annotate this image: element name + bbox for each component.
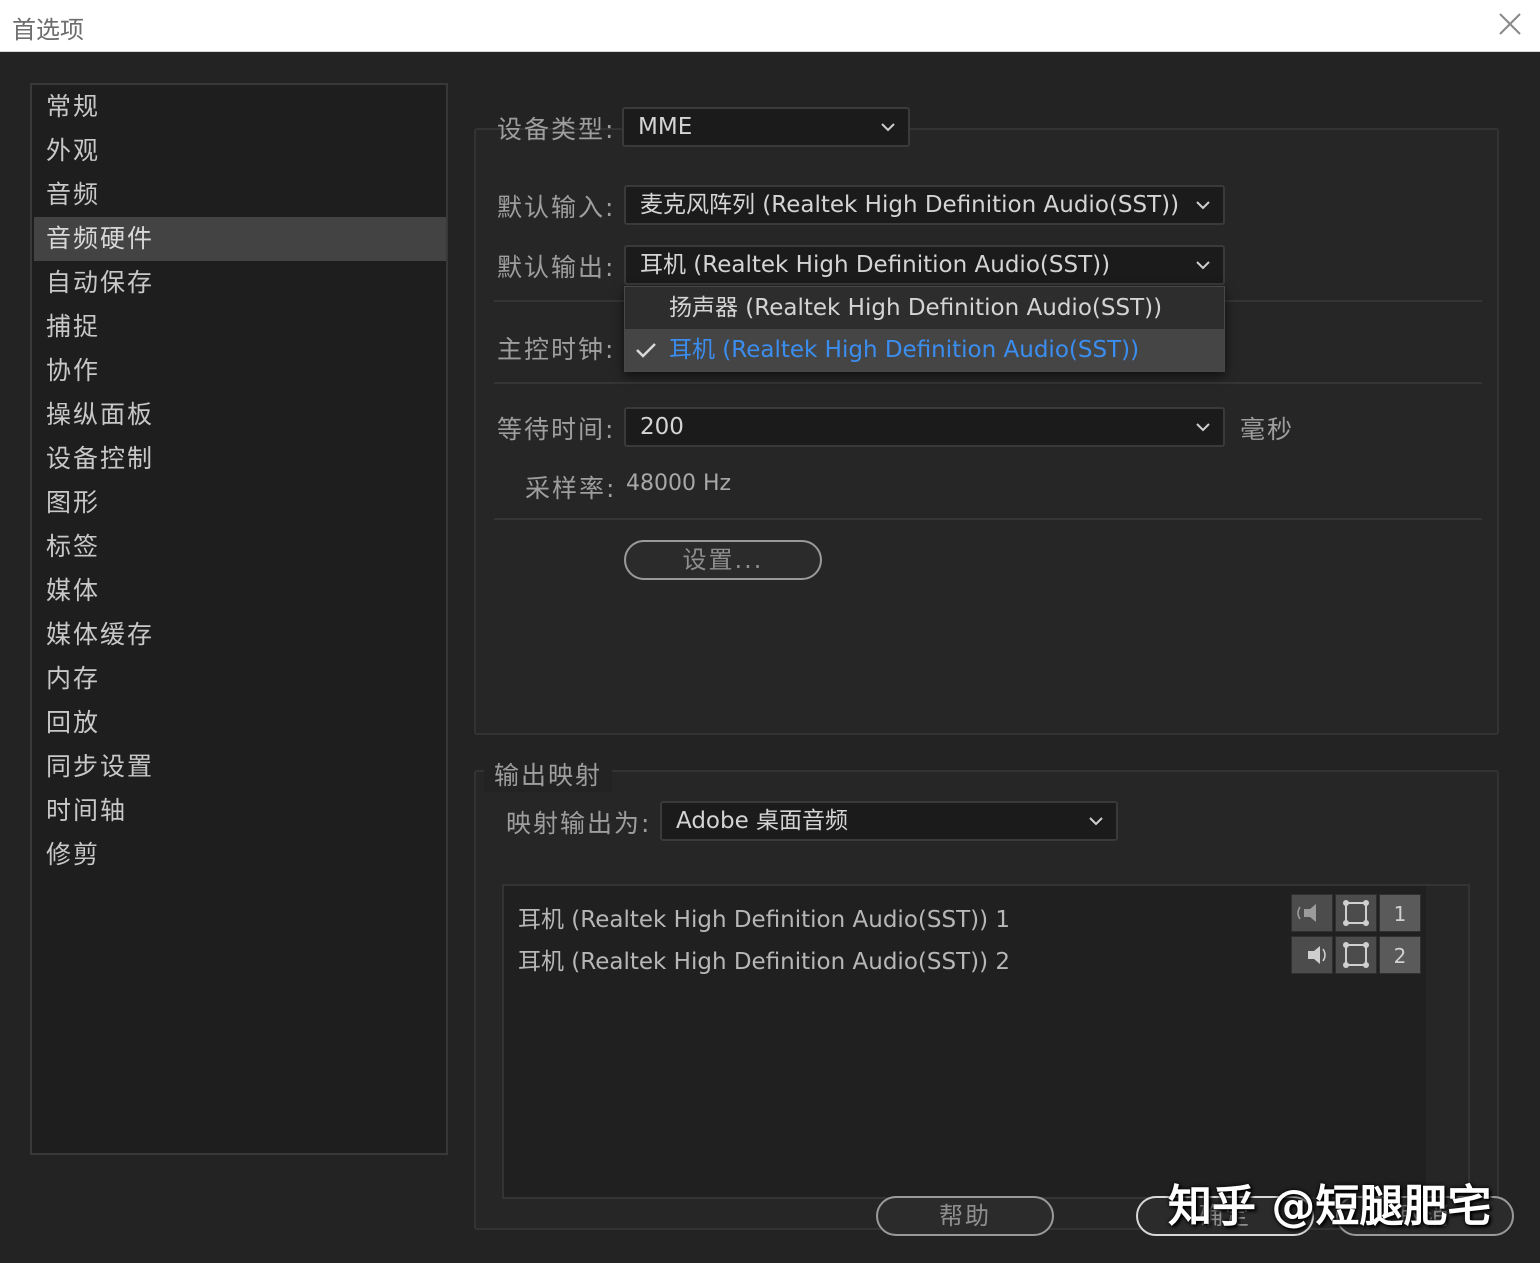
settings-button[interactable]: 设置... xyxy=(624,540,822,580)
sidebar-item-auto-save[interactable]: 自动保存 xyxy=(34,261,446,305)
speaker-left-icon xyxy=(1297,904,1316,922)
sample-rate-label: 采样率: xyxy=(525,474,617,503)
sidebar-item-playback[interactable]: 回放 xyxy=(34,701,446,745)
dropdown-option-speaker[interactable]: 扬声器 (Realtek High Definition Audio(SST)) xyxy=(625,287,1224,329)
list-scroll-gutter xyxy=(1426,886,1468,1197)
sidebar-item-appearance[interactable]: 外观 xyxy=(34,129,446,173)
latency-label: 等待时间: xyxy=(497,415,616,444)
sidebar-item-audio[interactable]: 音频 xyxy=(34,173,446,217)
sidebar-item-control-surface[interactable]: 操纵面板 xyxy=(34,393,446,437)
sidebar-item-general[interactable]: 常规 xyxy=(34,85,446,129)
sample-rate-value: 48000 Hz xyxy=(626,471,732,496)
sidebar-item-collaboration[interactable]: 协作 xyxy=(34,349,446,393)
device-type-select[interactable]: MME xyxy=(622,107,910,147)
close-icon xyxy=(1499,13,1521,35)
latency-value: 200 xyxy=(640,414,684,440)
divider xyxy=(494,382,1482,384)
title-bar: 首选项 xyxy=(0,0,1540,52)
channel-row-1[interactable]: 耳机 (Realtek High Definition Audio(SST)) … xyxy=(518,900,1010,934)
channel-frame-button[interactable] xyxy=(1335,936,1377,974)
channel-number-2[interactable]: 2 xyxy=(1379,936,1421,974)
device-type-label: 设备类型: xyxy=(497,115,616,144)
chevron-down-icon xyxy=(1196,261,1210,270)
map-output-select[interactable]: Adobe 桌面音频 xyxy=(660,801,1118,841)
channel-row-2[interactable]: 耳机 (Realtek High Definition Audio(SST)) … xyxy=(518,942,1010,976)
window-title: 首选项 xyxy=(12,16,84,44)
sidebar-item-device-control[interactable]: 设备控制 xyxy=(34,437,446,481)
watermark: 知乎 @短腿肥宅 xyxy=(1168,1181,1492,1232)
sidebar-item-memory[interactable]: 内存 xyxy=(34,657,446,701)
channel-number-1[interactable]: 1 xyxy=(1379,894,1421,932)
sidebar-item-trim[interactable]: 修剪 xyxy=(34,833,446,877)
divider xyxy=(494,518,1482,520)
latency-unit: 毫秒 xyxy=(1240,415,1295,444)
dropdown-option-label: 扬声器 (Realtek High Definition Audio(SST)) xyxy=(669,295,1163,321)
map-output-value: Adobe 桌面音频 xyxy=(676,808,849,834)
chevron-down-icon xyxy=(1089,817,1103,826)
chevron-down-icon xyxy=(1196,201,1210,210)
sidebar: 常规 外观 音频 音频硬件 自动保存 捕捉 协作 操纵面板 设备控制 图形 标签… xyxy=(30,83,448,1155)
check-icon xyxy=(636,343,656,358)
dropdown-option-headphones[interactable]: 耳机 (Realtek High Definition Audio(SST)) xyxy=(625,329,1224,371)
sidebar-item-media-cache[interactable]: 媒体缓存 xyxy=(34,613,446,657)
sidebar-item-media[interactable]: 媒体 xyxy=(34,569,446,613)
latency-select[interactable]: 200 xyxy=(624,407,1225,447)
default-output-value: 耳机 (Realtek High Definition Audio(SST)) xyxy=(640,252,1111,278)
default-input-label: 默认输入: xyxy=(497,193,616,222)
dropdown-option-label: 耳机 (Realtek High Definition Audio(SST)) xyxy=(669,337,1140,363)
speaker-right-button[interactable] xyxy=(1291,936,1333,974)
default-output-select[interactable]: 耳机 (Realtek High Definition Audio(SST)) xyxy=(624,245,1225,285)
default-input-value: 麦克风阵列 (Realtek High Definition Audio(SST… xyxy=(640,192,1180,218)
channel-frame-button[interactable] xyxy=(1335,894,1377,932)
speaker-right-icon xyxy=(1308,946,1326,964)
default-output-label: 默认输出: xyxy=(497,253,616,282)
sidebar-item-labels[interactable]: 标签 xyxy=(34,525,446,569)
speaker-left-button[interactable] xyxy=(1291,894,1333,932)
help-button[interactable]: 帮助 xyxy=(876,1196,1054,1236)
frame-icon xyxy=(1343,942,1369,968)
chevron-down-icon xyxy=(1196,423,1210,432)
default-input-select[interactable]: 麦克风阵列 (Realtek High Definition Audio(SST… xyxy=(624,185,1225,225)
map-output-label: 映射输出为: xyxy=(506,809,652,838)
output-mapping-legend: 输出映射 xyxy=(484,756,613,792)
close-button[interactable] xyxy=(1490,6,1530,46)
sidebar-item-capture[interactable]: 捕捉 xyxy=(34,305,446,349)
sidebar-item-sync-settings[interactable]: 同步设置 xyxy=(34,745,446,789)
master-clock-label: 主控时钟: xyxy=(497,335,616,364)
sidebar-item-timeline[interactable]: 时间轴 xyxy=(34,789,446,833)
channel-map-list[interactable]: 耳机 (Realtek High Definition Audio(SST)) … xyxy=(502,884,1470,1199)
chevron-down-icon xyxy=(881,123,895,132)
sidebar-item-graphics[interactable]: 图形 xyxy=(34,481,446,525)
sidebar-item-audio-hardware[interactable]: 音频硬件 xyxy=(34,217,446,261)
device-type-value: MME xyxy=(638,114,693,140)
frame-icon xyxy=(1343,900,1369,926)
output-dropdown-list: 扬声器 (Realtek High Definition Audio(SST))… xyxy=(624,286,1225,372)
